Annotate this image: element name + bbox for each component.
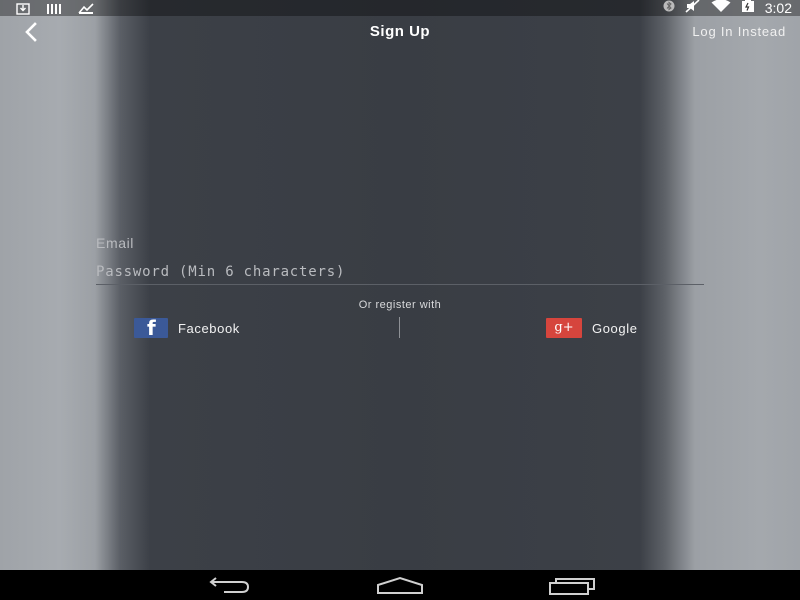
status-right-icons: 3:02 (663, 0, 792, 16)
password-field[interactable] (96, 262, 704, 285)
battery-icon (741, 0, 755, 18)
facebook-icon-letter: f (147, 316, 156, 340)
top-app-bar: Sign Up Log In Instead (0, 16, 800, 50)
nav-recents-button[interactable] (548, 574, 596, 596)
wifi-icon (711, 0, 731, 18)
recents-icon (548, 578, 596, 600)
status-time: 3:02 (764, 0, 792, 16)
google-plus-icon: g+ (546, 318, 582, 338)
home-icon (376, 576, 424, 600)
mute-icon (685, 0, 701, 18)
page-title: Sign Up (369, 23, 431, 40)
system-nav-bar (0, 570, 800, 600)
bluetooth-icon (663, 0, 675, 18)
facebook-register-button[interactable]: f Facebook (134, 316, 240, 340)
social-divider (399, 317, 400, 338)
status-bar: 3:02 (0, 0, 800, 16)
log-in-instead-link[interactable]: Log In Instead (692, 24, 786, 39)
facebook-label: Facebook (178, 320, 240, 336)
email-field[interactable] (96, 234, 704, 252)
back-icon (206, 577, 254, 600)
facebook-icon: f (134, 316, 168, 340)
signup-screen: 3:02 Sign Up Log In Instead Or register … (0, 0, 800, 600)
google-label: Google (592, 320, 638, 336)
or-register-with-label: Or register with (358, 299, 442, 311)
google-register-button[interactable]: g+ Google (546, 317, 638, 339)
nav-home-button[interactable] (376, 574, 424, 596)
nav-back-button[interactable] (206, 574, 254, 596)
google-plus-icon-text: g+ (554, 320, 574, 335)
